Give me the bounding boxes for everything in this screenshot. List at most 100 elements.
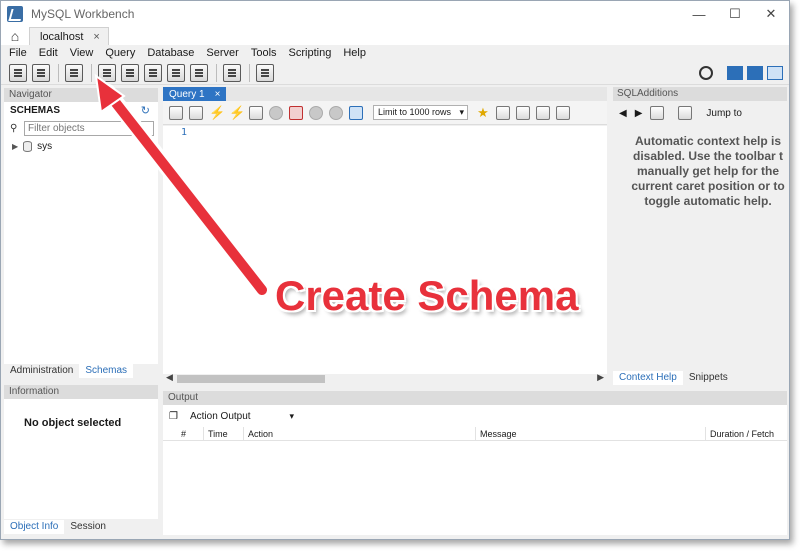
toolbar-separator	[91, 63, 92, 82]
toggle-secondary-sidebar-icon[interactable]	[767, 65, 783, 80]
filter-objects-input[interactable]	[24, 121, 154, 136]
save-icon[interactable]	[189, 105, 203, 120]
column-duration-fetch[interactable]: Duration / Fetch	[705, 427, 774, 441]
output-header: Output	[163, 391, 787, 405]
schema-tree-item[interactable]: ▶ sys	[4, 141, 158, 152]
menu-help[interactable]: Help	[339, 47, 370, 59]
context-help-panel: Automatic context help is disabled. Use …	[613, 124, 787, 371]
close-button[interactable]: ✕	[753, 1, 789, 27]
rollback-icon[interactable]	[329, 105, 343, 120]
maximize-button[interactable]: ☐	[717, 1, 753, 27]
tab-snippets[interactable]: Snippets	[683, 371, 734, 385]
home-icon[interactable]: ⌂	[1, 27, 29, 45]
stop-icon[interactable]	[269, 105, 283, 120]
schema-name[interactable]: sys	[37, 141, 52, 152]
navigator-panel: SCHEMAS ↻ ⚲ ▶ sys	[4, 102, 158, 364]
output-panel: ❐ Action Output # Time Action Message Du…	[163, 405, 787, 535]
open-sql-script-icon[interactable]	[32, 63, 50, 82]
back-icon[interactable]: ◀	[619, 108, 627, 119]
menu-file[interactable]: File	[5, 47, 31, 59]
create-schema-icon[interactable]	[98, 63, 116, 82]
menu-edit[interactable]: Edit	[35, 47, 62, 59]
column-message[interactable]: Message	[475, 427, 517, 441]
menu-query[interactable]: Query	[101, 47, 139, 59]
copy-icon[interactable]: ❐	[169, 411, 178, 422]
navigator-header: Navigator	[4, 88, 158, 102]
toggle-sidebar-icon[interactable]	[727, 65, 743, 80]
information-panel: No object selected	[4, 399, 158, 519]
query-tab[interactable]: Query 1 ×	[163, 87, 227, 101]
query-tab-label: Query 1	[169, 88, 205, 100]
inspector-icon[interactable]	[65, 63, 83, 82]
column-number[interactable]: #	[177, 427, 186, 441]
scroll-left-icon[interactable]: ◀	[166, 372, 173, 383]
menu-scripting[interactable]: Scripting	[285, 47, 336, 59]
close-query-tab-icon[interactable]: ×	[215, 89, 221, 100]
sql-editor[interactable]: 1	[163, 126, 607, 374]
word-wrap-icon[interactable]	[556, 105, 570, 120]
line-number: 1	[181, 127, 188, 138]
jump-to-label[interactable]: Jump to	[706, 108, 742, 119]
context-help-text: Automatic context help is disabled. Use …	[613, 134, 789, 209]
reconnect-icon[interactable]	[256, 63, 274, 82]
menu-tools[interactable]: Tools	[247, 47, 281, 59]
tab-schemas[interactable]: Schemas	[79, 364, 134, 378]
schemas-label: SCHEMAS	[10, 104, 61, 116]
tab-administration[interactable]: Administration	[4, 364, 79, 378]
beautify-icon[interactable]	[496, 105, 510, 120]
menu-view[interactable]: View	[66, 47, 98, 59]
forward-icon[interactable]: ▶	[635, 108, 643, 119]
expand-arrow-icon[interactable]: ▶	[12, 142, 18, 151]
settings-gear-icon[interactable]	[699, 65, 713, 80]
menu-server[interactable]: Server	[202, 47, 242, 59]
auto-help-icon[interactable]	[678, 106, 693, 120]
invisible-chars-icon[interactable]	[536, 105, 550, 120]
connection-tab-strip: ⌂ localhost ×	[1, 27, 789, 45]
toolbar-separator	[216, 63, 217, 82]
search-table-data-icon[interactable]	[223, 63, 241, 82]
add-snippet-icon[interactable]: ★	[476, 105, 490, 120]
find-icon[interactable]	[516, 105, 530, 120]
close-tab-icon[interactable]: ×	[93, 31, 99, 43]
query-tab-bar: Query 1 ×	[163, 87, 607, 101]
create-view-icon[interactable]	[144, 63, 162, 82]
commit-icon[interactable]	[309, 105, 323, 120]
sql-additions-header: SQLAdditions	[613, 87, 787, 101]
explain-icon[interactable]	[249, 105, 263, 120]
manual-help-icon[interactable]	[650, 106, 665, 120]
workbench-window: MySQL Workbench — ☐ ✕ ⌂ localhost × File…	[0, 0, 790, 540]
scroll-right-icon[interactable]: ▶	[597, 372, 604, 383]
refresh-icon[interactable]: ↻	[141, 104, 150, 117]
information-header: Information	[4, 385, 158, 399]
output-type-select[interactable]: Action Output	[186, 409, 296, 424]
help-line: disabled. Use the toolbar t	[632, 149, 784, 163]
connection-tab-localhost[interactable]: localhost ×	[29, 27, 109, 45]
execute-icon[interactable]: ⚡	[209, 105, 225, 120]
create-schema-annotation: Create Schema	[275, 272, 579, 319]
tab-session[interactable]: Session	[64, 520, 112, 534]
menu-database[interactable]: Database	[143, 47, 198, 59]
tab-object-info[interactable]: Object Info	[4, 520, 65, 534]
autocommit-icon[interactable]	[349, 105, 363, 120]
column-action[interactable]: Action	[243, 427, 273, 441]
column-time[interactable]: Time	[203, 427, 228, 441]
execute-current-icon[interactable]: ⚡	[229, 105, 245, 120]
information-tabs: Object Info Session	[4, 520, 158, 534]
create-table-icon[interactable]	[121, 63, 139, 82]
scrollbar-thumb[interactable]	[177, 375, 325, 383]
editor-horizontal-scrollbar[interactable]: ◀ ▶	[163, 372, 607, 384]
stop-on-error-icon[interactable]	[289, 105, 303, 120]
database-icon	[23, 141, 33, 152]
search-icon: ⚲	[10, 123, 18, 134]
output-toolbar: ❐ Action Output	[163, 405, 787, 427]
minimize-button[interactable]: —	[681, 1, 717, 27]
tab-context-help[interactable]: Context Help	[613, 371, 683, 385]
menu-bar: File Edit View Query Database Server Too…	[1, 45, 789, 61]
new-sql-tab-icon[interactable]	[9, 63, 27, 82]
help-line: current caret position or to	[631, 179, 785, 193]
create-function-icon[interactable]	[190, 63, 208, 82]
open-file-icon[interactable]	[169, 105, 183, 120]
limit-rows-select[interactable]: Limit to 1000 rows	[373, 105, 468, 120]
toggle-output-icon[interactable]	[747, 65, 763, 80]
create-procedure-icon[interactable]	[167, 63, 185, 82]
